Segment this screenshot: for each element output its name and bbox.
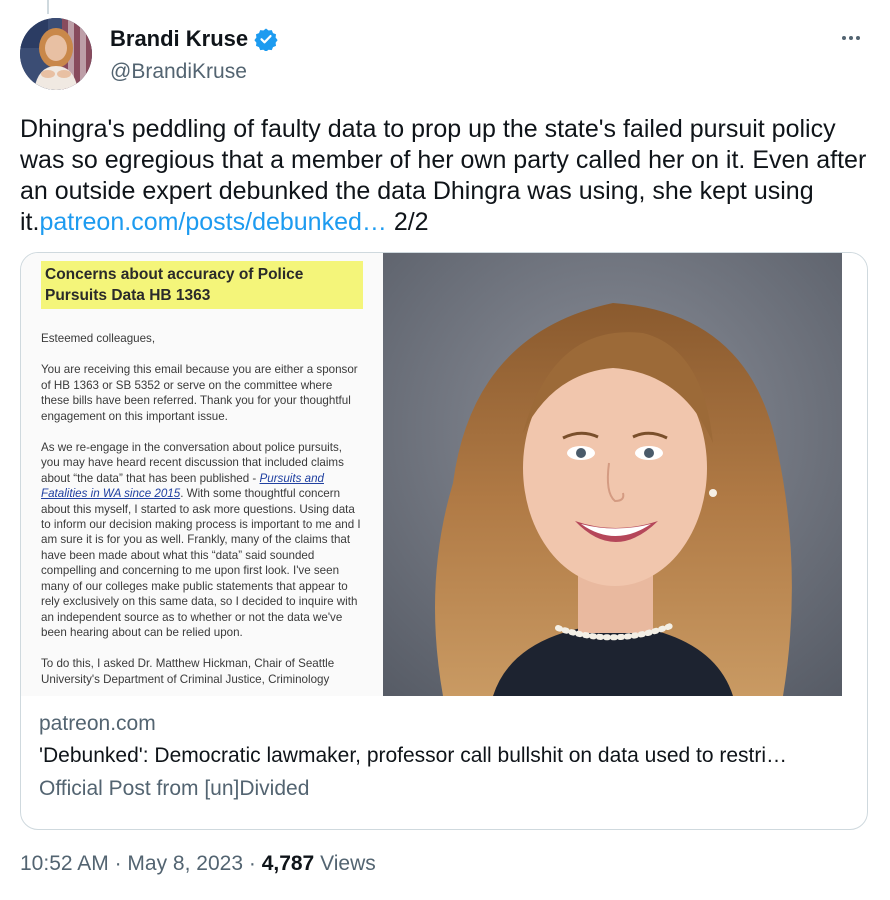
media-gap [842,253,867,696]
thread-connector-line [47,0,49,14]
card-title[interactable]: 'Debunked': Democratic lawmaker, profess… [39,739,845,773]
tweet-time[interactable]: 10:52 AM [20,852,109,875]
avatar-image [20,18,92,90]
handle[interactable]: @BrandiKruse [110,60,278,84]
tweet-header: Brandi Kruse @BrandiKruse [20,18,870,94]
document-paragraph-2-end: . With some thoughtful concern about thi… [41,487,361,639]
document-paragraph-2: As we re-engage in the conversation abou… [41,440,363,640]
footer-separator: · [114,852,122,875]
author-info: Brandi Kruse @BrandiKruse [110,24,278,84]
views-count[interactable]: 4,787 [262,852,315,875]
link-card[interactable]: Concerns about accuracy of Police Pursui… [20,252,868,830]
document-title: Concerns about accuracy of Police Pursui… [41,261,363,309]
tweet-date[interactable]: May 8, 2023 [127,852,243,875]
display-name[interactable]: Brandi Kruse [110,26,248,52]
avatar[interactable] [20,18,92,90]
document-paragraph-1: You are receiving this email because you… [41,363,358,423]
name-row: Brandi Kruse [110,24,278,54]
footer-separator: · [248,852,256,875]
more-icon[interactable] [836,28,866,48]
document-paragraph-3: To do this, I asked Dr. Matthew Hickman,… [41,657,335,686]
portrait-photo [383,253,842,696]
views-label: Views [320,852,376,875]
document-screenshot: Concerns about accuracy of Police Pursui… [21,253,383,696]
card-media[interactable]: Concerns about accuracy of Police Pursui… [21,253,867,696]
tweet-text: Dhingra's peddling of faulty data to pro… [20,114,870,238]
tweet-link[interactable]: patreon.com/posts/debunked… [39,208,386,236]
tweet-footer: 10:52 AM · May 8, 2023 · 4,787 Views [20,852,376,876]
card-domain: patreon.com [39,712,156,735]
card-meta[interactable]: patreon.com 'Debunked': Democratic lawma… [39,709,849,805]
card-description: Official Post from [un]Divided [39,777,310,800]
tweet-thread-count: 2/2 [386,208,429,236]
verified-badge-icon[interactable] [254,27,278,52]
document-greeting: Esteemed colleagues, [41,332,156,345]
